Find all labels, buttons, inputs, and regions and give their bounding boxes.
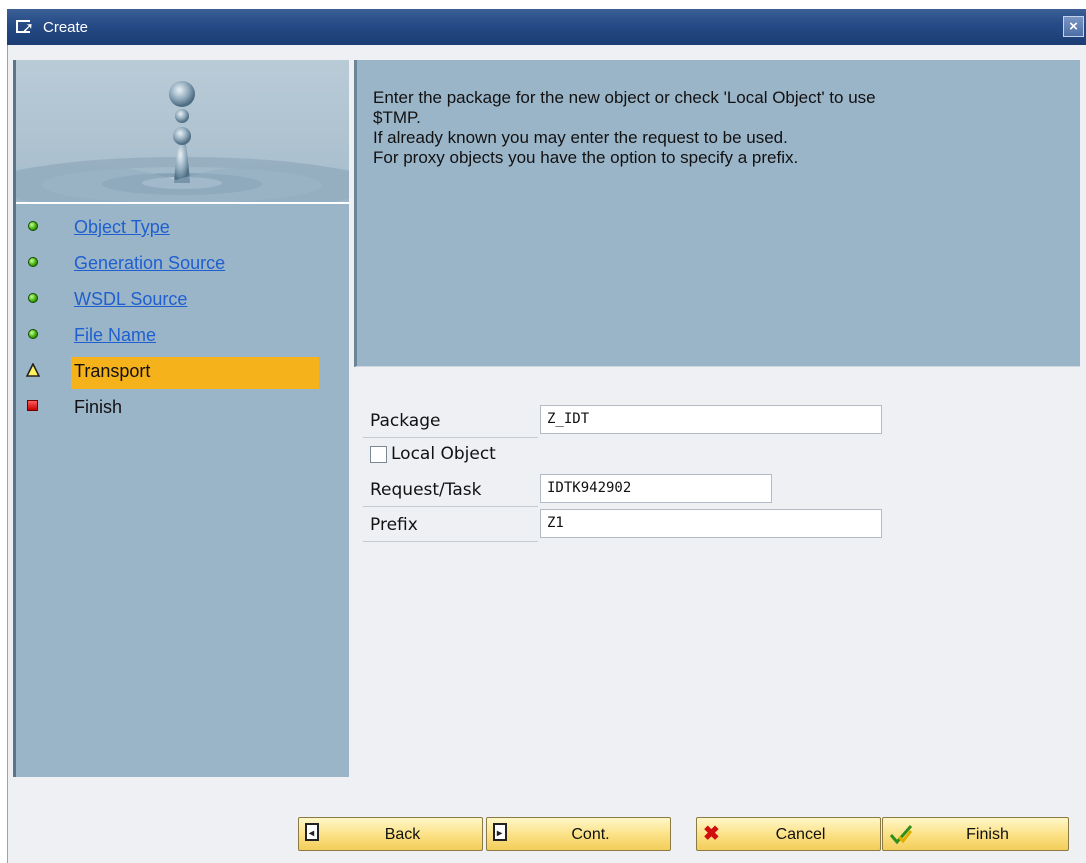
title-bar: ➚ Create × <box>7 9 1086 45</box>
dialog-window: Object Type Generation Source WSDL Sourc… <box>7 45 1086 863</box>
package-label: Package <box>370 411 441 431</box>
cancel-button[interactable]: ✖ Cancel <box>696 817 881 851</box>
step-finish[interactable]: Finish <box>16 392 349 428</box>
warning-triangle-icon <box>26 363 40 377</box>
local-object-label[interactable]: Local Object <box>391 444 496 464</box>
cancel-label: Cancel <box>775 826 826 843</box>
step-list: Object Type Generation Source WSDL Sourc… <box>16 212 349 428</box>
create-icon: ➚ <box>15 18 37 36</box>
step-label[interactable]: Object Type <box>74 217 170 238</box>
package-input[interactable]: Z_IDT <box>540 405 882 434</box>
step-wsdl-source[interactable]: WSDL Source <box>16 284 349 320</box>
red-square-icon <box>26 399 40 413</box>
green-led-icon <box>26 327 40 341</box>
row-divider <box>363 506 538 507</box>
finish-label: Finish <box>966 826 1009 843</box>
step-label[interactable]: Transport <box>74 361 150 382</box>
step-label[interactable]: Finish <box>74 397 122 418</box>
row-divider <box>363 541 538 542</box>
green-led-icon <box>26 255 40 269</box>
step-generation-source[interactable]: Generation Source <box>16 248 349 284</box>
green-led-icon <box>26 291 40 305</box>
continue-button[interactable]: ▸ Cont. <box>486 817 671 851</box>
request-task-label: Request/Task <box>370 480 482 500</box>
step-label[interactable]: WSDL Source <box>74 289 187 310</box>
window-title: Create <box>43 18 89 36</box>
step-panel: Object Type Generation Source WSDL Sourc… <box>13 60 349 777</box>
step-file-name[interactable]: File Name <box>16 320 349 356</box>
step-label[interactable]: Generation Source <box>74 253 225 274</box>
instruction-line: For proxy objects you have the option to… <box>373 148 799 167</box>
instruction-text: Enter the package for the new object or … <box>373 88 1073 168</box>
local-object-checkbox[interactable] <box>370 446 387 463</box>
instruction-box: Enter the package for the new object or … <box>354 60 1080 367</box>
finish-button[interactable]: Finish <box>882 817 1069 851</box>
instruction-line: Enter the package for the new object or … <box>373 88 876 107</box>
back-button[interactable]: ◂ Back <box>298 817 483 851</box>
green-led-icon <box>26 219 40 233</box>
step-transport[interactable]: Transport <box>16 356 349 392</box>
water-drop-image <box>16 60 349 204</box>
instruction-line: $TMP. <box>373 108 421 127</box>
continue-label: Cont. <box>571 826 610 843</box>
close-icon: × <box>1069 18 1078 35</box>
back-label: Back <box>384 826 421 843</box>
prefix-input[interactable]: Z1 <box>540 509 882 538</box>
row-divider <box>363 437 538 438</box>
prefix-label: Prefix <box>370 515 418 535</box>
close-button[interactable]: × <box>1063 16 1084 37</box>
request-task-input[interactable]: IDTK942902 <box>540 474 772 503</box>
step-object-type[interactable]: Object Type <box>16 212 349 248</box>
step-label[interactable]: File Name <box>74 325 156 346</box>
instruction-line: If already known you may enter the reque… <box>373 128 788 147</box>
